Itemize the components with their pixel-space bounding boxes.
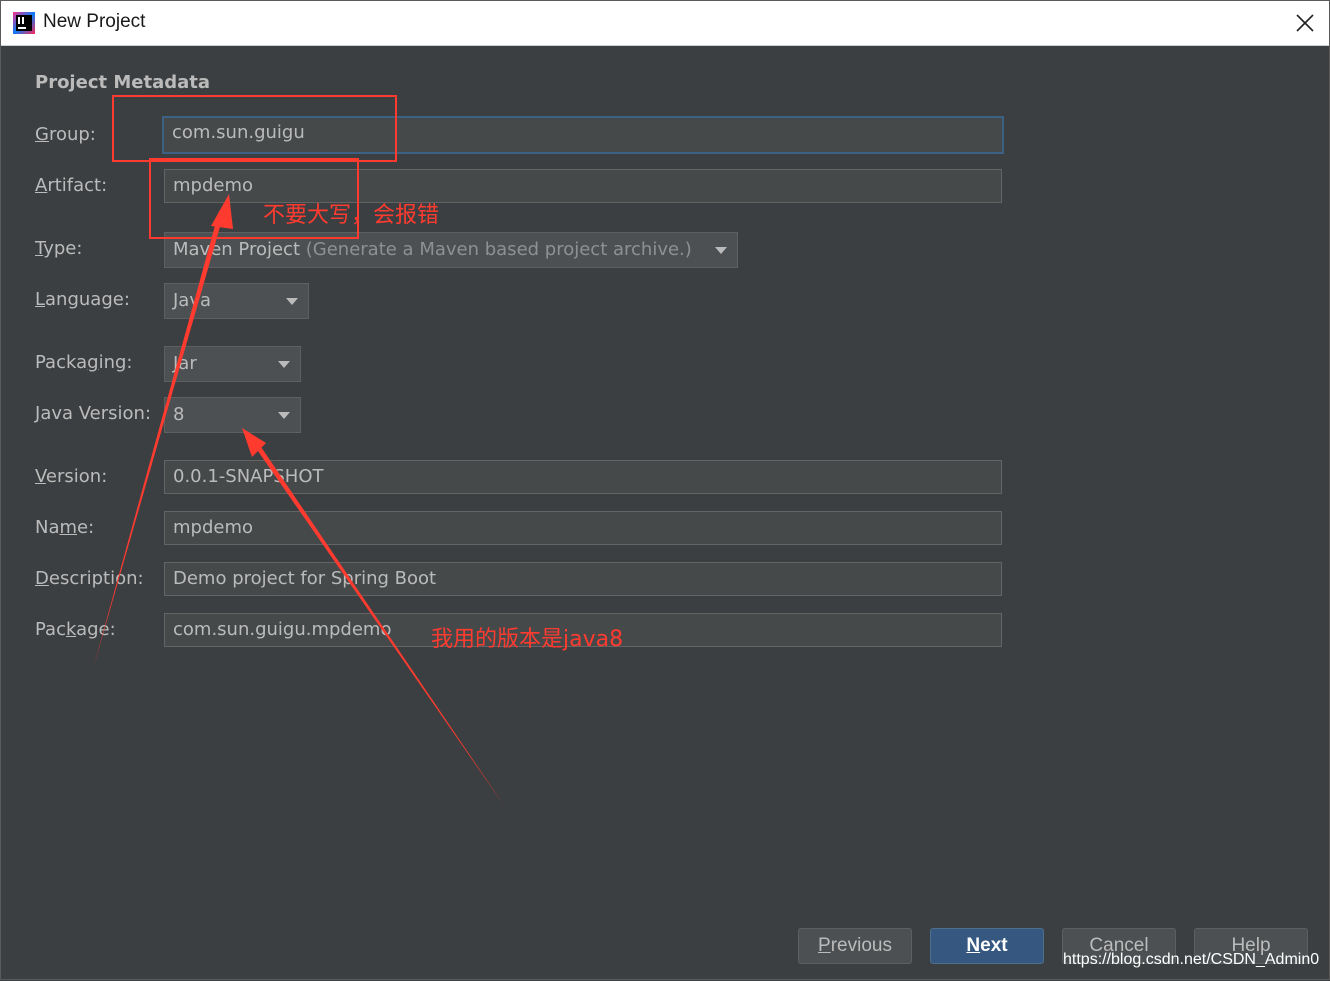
annotation-overlay (93, 95, 505, 807)
group-highlight-box (112, 95, 397, 162)
arrow-to-artifact (93, 194, 233, 669)
artifact-annotation: 不要大写，会报错 (263, 203, 440, 228)
new-project-dialog: New Project Project Metadata Group: com.… (0, 0, 1330, 980)
watermark: https://blog.csdn.net/CSDN_Admin0 (1063, 951, 1320, 968)
java-version-annotation: 我用的版本是java8 (431, 627, 624, 652)
arrow-to-java-version (242, 428, 505, 807)
